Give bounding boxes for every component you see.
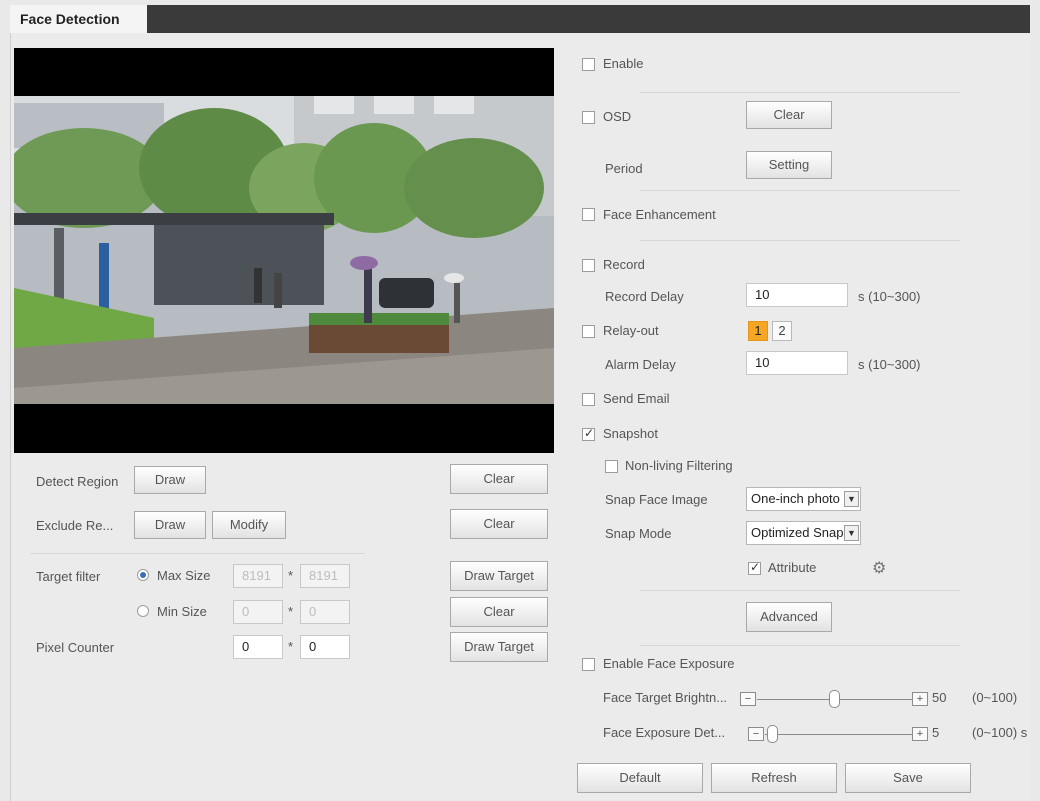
send-email-label: Send Email	[603, 391, 670, 406]
record-delay-input[interactable]: 10	[746, 283, 848, 307]
snap-mode-select[interactable]: Optimized Snap ▼	[746, 521, 861, 545]
face-target-brightness-value: 50	[932, 690, 947, 705]
times-sign: *	[288, 639, 294, 654]
snap-face-image-value: One-inch photo	[751, 491, 840, 506]
pixel-counter-width-input[interactable]: 0	[233, 635, 283, 659]
period-setting-button[interactable]: Setting	[746, 151, 832, 179]
snapshot-checkbox[interactable]	[582, 426, 595, 441]
send-email-checkbox[interactable]	[582, 393, 595, 406]
pixel-counter-height-input[interactable]: 0	[300, 635, 350, 659]
pixel-counter-label: Pixel Counter	[36, 640, 115, 655]
exclude-region-clear-button[interactable]: Clear	[450, 509, 548, 539]
exclude-region-modify-button[interactable]: Modify	[212, 511, 286, 539]
divider	[640, 590, 960, 591]
face-exposure-detect-knob[interactable]	[767, 725, 778, 743]
relay-out-checkbox[interactable]	[582, 325, 595, 338]
face-target-brightness-label: Face Target Brightn...	[603, 690, 728, 705]
max-size-width-input[interactable]: 8191	[233, 564, 283, 588]
non-living-filtering-label: Non-living Filtering	[625, 458, 733, 473]
times-sign: *	[288, 604, 294, 619]
max-size-height-input[interactable]: 8191	[300, 564, 350, 588]
attribute-label: Attribute	[768, 560, 817, 575]
save-button[interactable]: Save	[845, 763, 971, 793]
osd-clear-button[interactable]: Clear	[746, 101, 832, 129]
snap-face-image-select[interactable]: One-inch photo ▼	[746, 487, 861, 511]
min-size-radio[interactable]	[137, 605, 149, 617]
record-label: Record	[603, 257, 645, 272]
max-size-label: Max Size	[157, 568, 211, 583]
osd-label: OSD	[603, 109, 632, 124]
attribute-checkbox[interactable]	[748, 560, 761, 575]
alarm-delay-input[interactable]: 10	[746, 351, 848, 375]
minus-icon[interactable]: −	[748, 727, 764, 741]
record-checkbox[interactable]	[582, 259, 595, 272]
period-label: Period	[605, 161, 643, 176]
gear-icon[interactable]: ⚙	[872, 558, 886, 577]
tab-face-detection[interactable]: Face Detection	[10, 5, 147, 33]
advanced-button[interactable]: Advanced	[746, 602, 832, 632]
face-enhancement-label: Face Enhancement	[603, 207, 716, 222]
divider	[640, 240, 960, 241]
plus-icon[interactable]: +	[912, 727, 928, 741]
detect-region-label: Detect Region	[36, 474, 119, 489]
record-delay-unit: s (10~300)	[858, 289, 921, 304]
divider	[640, 92, 960, 93]
snap-mode-value: Optimized Snap	[751, 525, 844, 540]
snap-mode-label: Snap Mode	[605, 526, 672, 541]
face-target-brightness-knob[interactable]	[829, 690, 840, 708]
detect-region-clear-button[interactable]: Clear	[450, 464, 548, 494]
face-exposure-detect-label: Face Exposure Det...	[603, 725, 726, 740]
osd-checkbox[interactable]	[582, 111, 595, 124]
divider	[640, 645, 960, 646]
chevron-down-icon[interactable]: ▼	[844, 491, 859, 507]
relay-1-button[interactable]: 1	[748, 321, 768, 341]
clear-target-button[interactable]: Clear	[450, 597, 548, 627]
tab-bar	[10, 5, 1030, 33]
enable-face-exposure-label: Enable Face Exposure	[603, 656, 735, 671]
minus-icon[interactable]: −	[740, 692, 756, 706]
min-size-height-input[interactable]: 0	[300, 600, 350, 624]
enable-label: Enable	[603, 56, 644, 71]
video-preview[interactable]	[14, 48, 554, 453]
record-delay-label: Record Delay	[605, 289, 684, 304]
enable-face-exposure-checkbox[interactable]	[582, 658, 595, 671]
camera-scene	[14, 48, 554, 453]
face-exposure-detect-value: 5	[932, 725, 940, 740]
divider	[640, 190, 960, 191]
target-filter-label: Target filter	[36, 569, 101, 584]
face-enhancement-checkbox[interactable]	[582, 208, 595, 221]
face-target-brightness-range: (0~100)	[972, 690, 1018, 705]
enable-checkbox[interactable]	[582, 58, 595, 71]
min-size-label: Min Size	[157, 604, 207, 619]
draw-target-button-2[interactable]: Draw Target	[450, 632, 548, 662]
detect-region-draw-button[interactable]: Draw	[134, 466, 206, 494]
alarm-delay-label: Alarm Delay	[605, 357, 676, 372]
min-size-width-input[interactable]: 0	[233, 600, 283, 624]
relay-2-button[interactable]: 2	[772, 321, 792, 341]
alarm-delay-unit: s (10~300)	[858, 357, 921, 372]
divider	[30, 553, 365, 554]
exclude-region-label: Exclude Re...	[36, 518, 114, 533]
max-size-radio[interactable]	[137, 569, 149, 581]
face-exposure-detect-range: (0~100) s	[972, 725, 1028, 740]
snap-face-image-label: Snap Face Image	[605, 492, 708, 507]
chevron-down-icon[interactable]: ▼	[844, 525, 859, 541]
face-exposure-detect-track[interactable]	[765, 734, 912, 735]
times-sign: *	[288, 568, 294, 583]
refresh-button[interactable]: Refresh	[711, 763, 837, 793]
draw-target-button[interactable]: Draw Target	[450, 561, 548, 591]
non-living-filtering-checkbox[interactable]	[605, 460, 618, 473]
relay-out-label: Relay-out	[603, 323, 659, 338]
plus-icon[interactable]: +	[912, 692, 928, 706]
exclude-region-draw-button[interactable]: Draw	[134, 511, 206, 539]
default-button[interactable]: Default	[577, 763, 703, 793]
snapshot-label: Snapshot	[603, 426, 658, 441]
